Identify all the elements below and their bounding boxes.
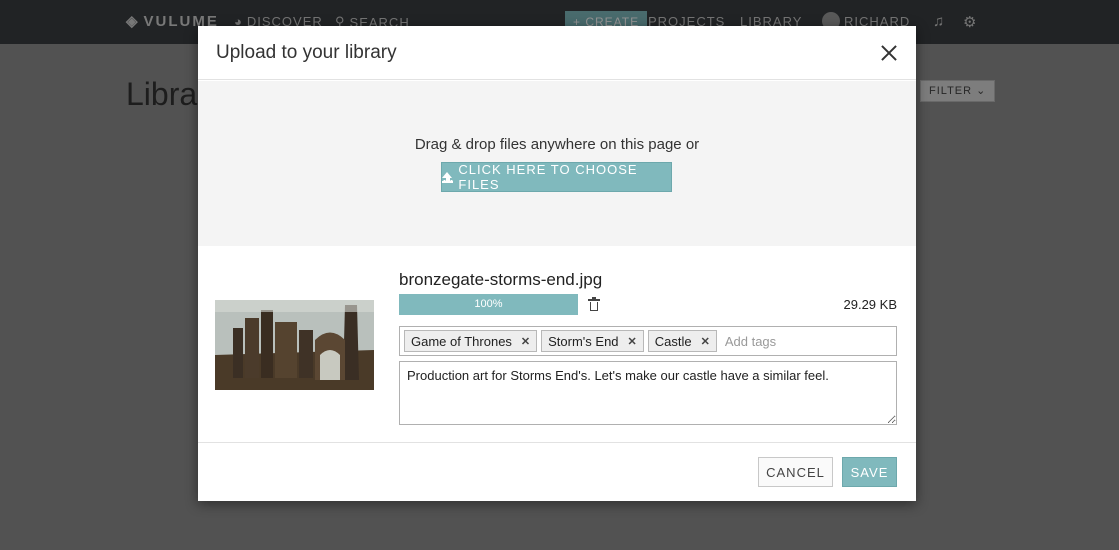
description-field[interactable]: Production art for Storms End's. Let's m… [399, 361, 897, 425]
save-button[interactable]: SAVE [842, 457, 897, 487]
upload-icon [442, 171, 453, 183]
progress-label: 100% [474, 298, 503, 310]
file-thumbnail [215, 300, 374, 390]
tags-input-box[interactable]: Game of Thrones ✕ Storm's End ✕ Castle ✕ [399, 326, 897, 356]
tag-label: Storm's End [548, 333, 619, 349]
trash-icon[interactable] [588, 297, 600, 311]
upload-progress-bar: 100% [399, 294, 578, 315]
cancel-button[interactable]: CANCEL [758, 457, 833, 487]
remove-tag-icon[interactable]: ✕ [701, 335, 710, 348]
drop-zone[interactable]: Drag & drop files anywhere on this page … [198, 81, 916, 246]
drop-text: Drag & drop files anywhere on this page … [414, 136, 700, 153]
upload-modal: Upload to your library Drag & drop files… [198, 26, 916, 501]
choose-files-button[interactable]: CLICK HERE TO CHOOSE FILES [441, 162, 672, 192]
tag-chip: Game of Thrones ✕ [404, 330, 538, 352]
close-icon[interactable] [876, 40, 902, 66]
footer-divider [198, 442, 916, 443]
file-size: 29.29 KB [843, 297, 898, 312]
modal-title: Upload to your library [216, 42, 397, 63]
modal-header: Upload to your library [198, 26, 916, 80]
remove-tag-icon[interactable]: ✕ [521, 335, 530, 348]
tag-label: Castle [654, 333, 692, 349]
choose-files-label: CLICK HERE TO CHOOSE FILES [458, 162, 638, 192]
castle-image [215, 300, 374, 390]
tag-label: Game of Thrones [411, 333, 512, 349]
tag-chip: Storm's End ✕ [541, 330, 644, 352]
remove-tag-icon[interactable]: ✕ [628, 335, 637, 348]
add-tags-input[interactable] [724, 333, 845, 349]
tag-chip: Castle ✕ [647, 330, 717, 352]
file-name: bronzegate-storms-end.jpg [399, 270, 603, 289]
